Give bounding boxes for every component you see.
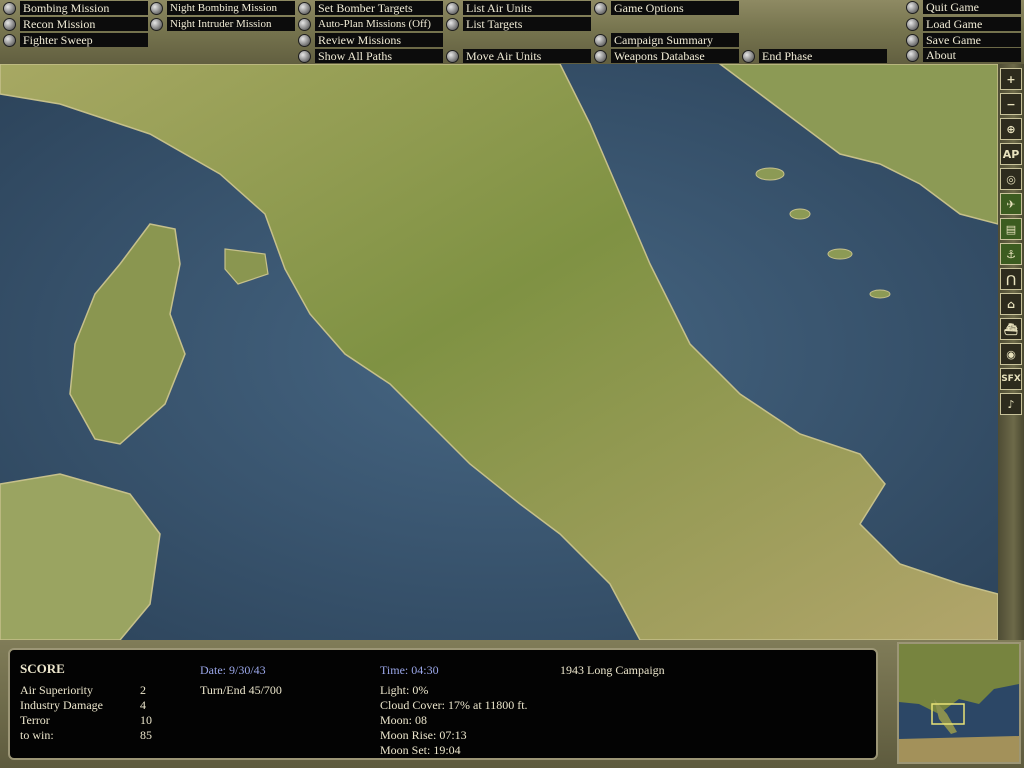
aircraft-icon[interactable]: ✈ <box>1000 193 1022 215</box>
quit-game-button[interactable]: Quit Game <box>906 0 1021 14</box>
button-indicator-icon <box>446 17 459 31</box>
button-indicator-icon <box>742 49 755 63</box>
button-indicator-icon <box>3 17 16 31</box>
ship-icon[interactable]: ⛴ <box>1000 318 1022 340</box>
map-toolbar: + − ⊕ AP ◎ ✈ ▤ ⚓ ⋂ ⌂ ⛴ ◉ SFX ♪ <box>998 64 1024 640</box>
terror-label: Terror <box>20 713 50 727</box>
top-menu-bar: Bombing Mission Recon Mission Fighter Sw… <box>0 0 1024 64</box>
minimap-canvas[interactable] <box>899 644 1019 762</box>
end-phase-button[interactable]: End Phase <box>742 49 887 63</box>
fighter-sweep-button[interactable]: Fighter Sweep <box>3 33 148 47</box>
set-bomber-targets-button[interactable]: Set Bomber Targets <box>298 1 443 15</box>
factory-icon[interactable]: ▤ <box>1000 218 1022 240</box>
air-superiority-label: Air Superiority <box>20 683 93 697</box>
game-options-button[interactable]: Game Options <box>594 1 739 15</box>
cloud-cover: Cloud Cover: 17% at 11800 ft. <box>380 698 528 712</box>
night-bombing-mission-button[interactable]: Night Bombing Mission <box>150 1 295 15</box>
list-targets-button[interactable]: List Targets <box>446 17 591 31</box>
minimap-africa <box>899 736 1019 762</box>
compass-icon[interactable]: ◎ <box>1000 168 1022 190</box>
move-air-units-button[interactable]: Move Air Units <box>446 49 591 63</box>
zoom-in-icon[interactable]: + <box>1000 68 1022 90</box>
to-win-label: to win: <box>20 728 54 742</box>
button-indicator-icon <box>594 49 607 63</box>
turn-display: Turn/End 45/700 <box>200 683 282 697</box>
about-button[interactable]: About <box>906 48 1021 62</box>
music-icon[interactable]: ♪ <box>1000 393 1022 415</box>
save-game-button[interactable]: Save Game <box>906 33 1021 47</box>
time-display: Time: 04:30 <box>380 663 439 677</box>
overview-minimap[interactable] <box>897 642 1021 764</box>
zoom-out-icon[interactable]: − <box>1000 93 1022 115</box>
load-game-button[interactable]: Load Game <box>906 17 1021 31</box>
button-indicator-icon <box>150 1 163 15</box>
terror-value: 10 <box>140 713 152 727</box>
ap-icon[interactable]: AP <box>1000 143 1022 165</box>
review-missions-button[interactable]: Review Missions <box>298 33 443 47</box>
bombing-mission-button[interactable]: Bombing Mission <box>3 1 148 15</box>
button-indicator-icon <box>446 49 459 63</box>
campaign-name: 1943 Long Campaign <box>560 663 665 677</box>
light-level: Light: 0% <box>380 683 429 697</box>
button-indicator-icon <box>3 33 16 47</box>
sfx-icon[interactable]: SFX <box>1000 368 1022 390</box>
date-display: Date: 9/30/43 <box>200 663 266 677</box>
bridge-icon[interactable]: ⋂ <box>1000 268 1022 290</box>
building-icon[interactable]: ⌂ <box>1000 293 1022 315</box>
score-panel: SCORE Air Superiority 2 Industry Damage … <box>8 648 878 760</box>
button-indicator-icon <box>3 1 16 15</box>
night-intruder-mission-button[interactable]: Night Intruder Mission <box>150 17 295 31</box>
moon-set: Moon Set: 19:04 <box>380 743 461 757</box>
moon-phase: Moon: 08 <box>380 713 428 727</box>
map-canvas[interactable] <box>0 64 998 640</box>
button-indicator-icon <box>906 48 919 62</box>
radar-icon[interactable]: ◉ <box>1000 343 1022 365</box>
button-indicator-icon <box>594 33 607 47</box>
weapons-database-button[interactable]: Weapons Database <box>594 49 739 63</box>
button-indicator-icon <box>906 17 919 31</box>
button-indicator-icon <box>594 1 607 15</box>
button-indicator-icon <box>298 1 311 15</box>
status-panel: SCORE Air Superiority 2 Industry Damage … <box>0 640 1024 768</box>
score-title: SCORE <box>20 661 65 676</box>
recon-mission-button[interactable]: Recon Mission <box>3 17 148 31</box>
industry-damage-value: 4 <box>140 698 146 712</box>
industry-damage-label: Industry Damage <box>20 698 103 712</box>
button-indicator-icon <box>298 49 311 63</box>
campaign-map[interactable] <box>0 64 998 640</box>
to-win-value: 85 <box>140 728 152 742</box>
air-superiority-value: 2 <box>140 683 146 697</box>
button-indicator-icon <box>906 33 919 47</box>
auto-plan-missions-button[interactable]: Auto-Plan Missions (Off) <box>298 17 443 31</box>
button-indicator-icon <box>298 17 311 31</box>
moon-rise: Moon Rise: 07:13 <box>380 728 467 742</box>
button-indicator-icon <box>446 1 459 15</box>
target-icon[interactable]: ⊕ <box>1000 118 1022 140</box>
show-all-paths-button[interactable]: Show All Paths <box>298 49 443 63</box>
button-indicator-icon <box>298 33 311 47</box>
anchor-icon[interactable]: ⚓ <box>1000 243 1022 265</box>
list-air-units-button[interactable]: List Air Units <box>446 1 591 15</box>
campaign-summary-button[interactable]: Campaign Summary <box>594 33 739 47</box>
button-indicator-icon <box>150 17 163 31</box>
button-indicator-icon <box>906 0 919 14</box>
